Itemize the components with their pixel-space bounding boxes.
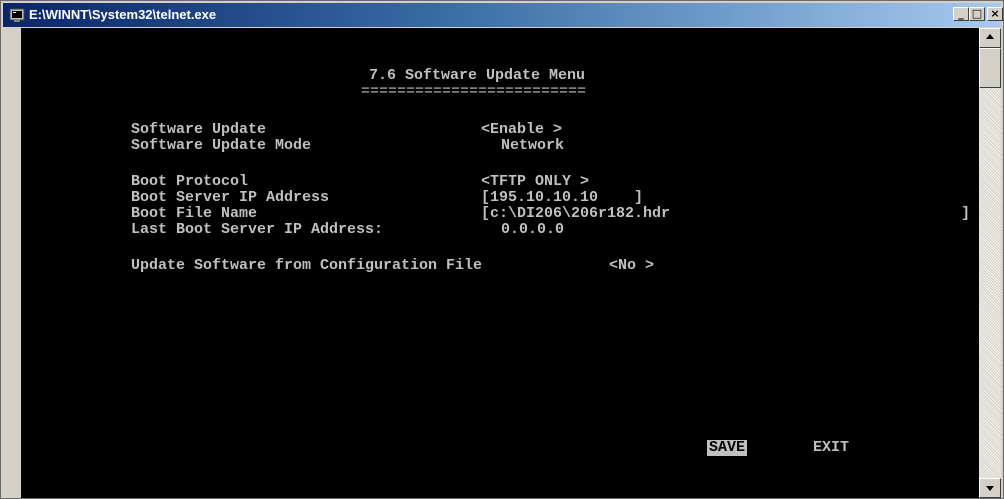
arrow-up-icon — [986, 34, 994, 39]
boot-server-ip-label: Boot Server IP Address — [131, 189, 330, 206]
close-button[interactable]: × — [987, 7, 1003, 21]
boot-file-name-field-end: ] — [961, 205, 971, 222]
scroll-thumb[interactable] — [979, 48, 1001, 88]
exit-button[interactable]: EXIT — [813, 440, 849, 456]
maximize-button[interactable]: □ — [969, 7, 985, 21]
software-update-mode-label: Software Update Mode — [131, 137, 312, 154]
boot-protocol-label: Boot Protocol — [131, 173, 249, 190]
update-from-config-label: Update Software from Configuration File — [131, 257, 483, 274]
vertical-scrollbar[interactable] — [979, 28, 1001, 498]
heading-underline: ========================= — [361, 83, 587, 100]
boot-file-name-label: Boot File Name — [131, 205, 258, 222]
boot-file-name-field[interactable]: [c:\DI206\206r182.hdr — [481, 206, 670, 222]
arrow-down-icon — [986, 486, 994, 491]
boot-protocol-value[interactable]: <TFTP ONLY > — [481, 174, 589, 190]
minimize-button[interactable]: _ — [953, 7, 969, 21]
title-bar[interactable]: E:\WINNT\System32\telnet.exe _ □ × — [3, 3, 1003, 27]
console-app-icon — [9, 8, 25, 22]
window-title: E:\WINNT\System32\telnet.exe — [29, 7, 217, 22]
scroll-up-button[interactable] — [979, 28, 1001, 48]
software-update-label: Software Update — [131, 121, 267, 138]
menu-heading: 7.6 Software Update Menu — [369, 67, 586, 84]
save-button[interactable]: SAVE — [707, 440, 748, 456]
software-update-value[interactable]: <Enable > — [481, 122, 562, 138]
last-boot-server-ip-label: Last Boot Server IP Address: — [131, 221, 384, 238]
scroll-down-button[interactable] — [979, 478, 1001, 498]
boot-server-ip-field[interactable]: [195.10.10.10 ] — [481, 190, 643, 206]
software-update-mode-value: Network — [501, 137, 565, 154]
update-from-config-value[interactable]: <No > — [609, 258, 654, 274]
terminal-screen[interactable]: 7.6 Software Update Menu ===============… — [21, 28, 979, 498]
telnet-window: E:\WINNT\System32\telnet.exe _ □ × 7.6 S… — [0, 0, 1004, 499]
last-boot-server-ip-value: 0.0.0.0 — [501, 221, 565, 238]
